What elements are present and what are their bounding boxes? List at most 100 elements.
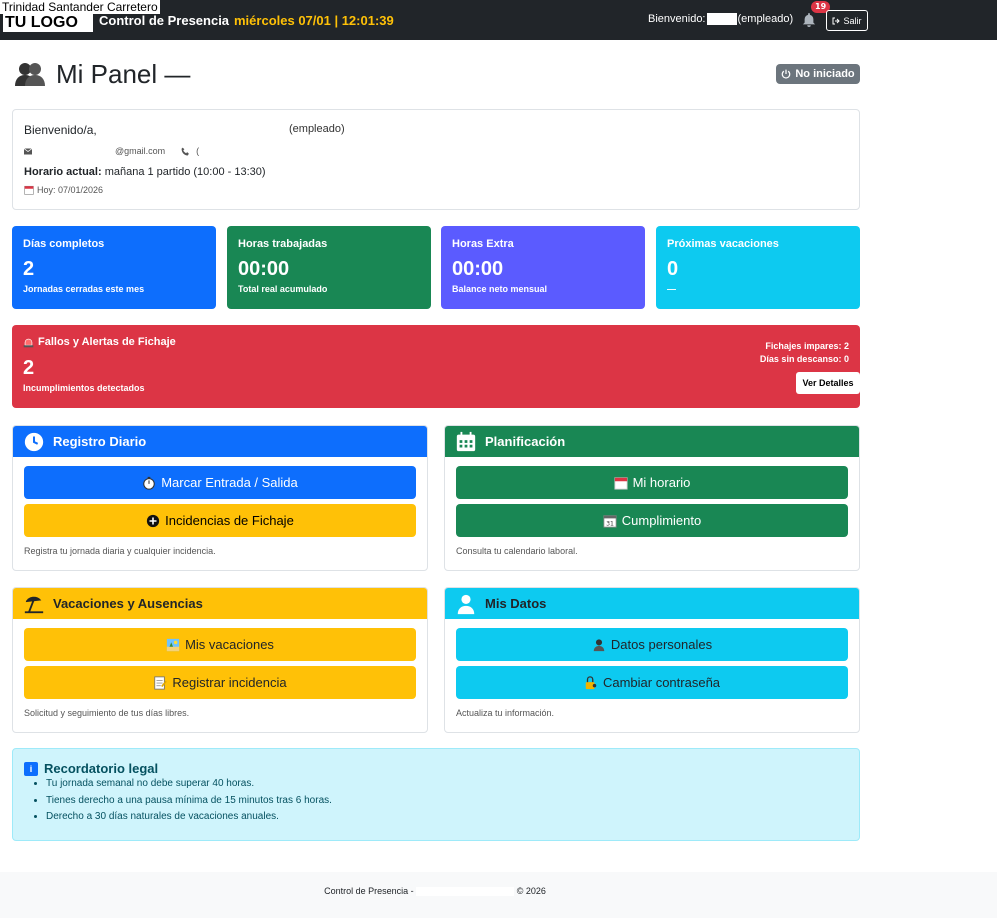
clock-in-out-button[interactable]: Marcar Entrada / Salida (24, 466, 416, 499)
alerts-value: 2 (23, 357, 35, 379)
button-label: Marcar Entrada / Salida (161, 475, 298, 490)
panel-header: Vacaciones y Ausencias (13, 588, 427, 619)
odd-punches-value: 2 (843, 341, 849, 351)
legal-reminder: i Recordatorio legal Tu jornada semanal … (12, 748, 860, 841)
panel-footer: Registra tu jornada diaria y cualquier i… (24, 546, 216, 556)
profile-greeting: Bienvenido/a, (24, 123, 97, 137)
bell-icon[interactable] (802, 12, 818, 28)
button-label: Registrar incidencia (172, 675, 287, 690)
siren-icon (23, 337, 34, 348)
stat-subtitle: Total real acumulado (238, 284, 328, 294)
stat-card-overtime[interactable]: Horas Extra 00:00 Balance neto mensual (441, 226, 645, 309)
stat-card-next-vacations[interactable]: Próximas vacaciones 0 — (656, 226, 860, 309)
personal-data-button[interactable]: Datos personales (456, 628, 848, 661)
navbar-welcome-role: (empleado) (737, 13, 794, 25)
stat-value: 2 (23, 258, 35, 280)
logout-label: Salir (843, 15, 862, 26)
reminder-title-text: Recordatorio legal (44, 761, 159, 776)
stat-title: Horas trabajadas (238, 238, 328, 250)
profile-email: @gmail.com (115, 146, 166, 156)
users-icon (14, 58, 46, 90)
panel-title: Planificación (485, 434, 566, 449)
schedule-label: Horario actual: (24, 166, 102, 178)
envelope-icon (24, 147, 32, 155)
top-navbar: Trinidad Santander Carretero TU LOGO Con… (0, 0, 997, 40)
svg-text:31: 31 (606, 520, 614, 527)
profile-card: Bienvenido/a, (empleado) @gmail.com ( Ho… (12, 109, 860, 210)
stat-subtitle: Jornadas cerradas este mes (23, 284, 145, 294)
contact-row: @gmail.com ( (24, 146, 199, 156)
my-schedule-button[interactable]: Mi horario (456, 466, 848, 499)
button-label: Cumplimiento (621, 513, 702, 528)
panel-title: Vacaciones y Ausencias (53, 596, 203, 611)
panel-header: Registro Diario (13, 426, 427, 457)
days-without-rest: Días sin descanso: 0 (760, 353, 849, 366)
info-icon: i (24, 761, 38, 776)
logout-icon (832, 17, 841, 25)
view-details-button[interactable]: Ver Detalles (796, 372, 860, 394)
plus-circle-icon (146, 514, 160, 528)
clock-icon (23, 431, 45, 453)
panel-title: Registro Diario (53, 434, 147, 449)
stat-value: 00:00 (452, 258, 504, 280)
profile-phone: ( (196, 146, 200, 156)
odd-punches-label: Fichajes impares: (765, 341, 842, 351)
odd-punches: Fichajes impares: 2 (760, 340, 849, 353)
my-vacations-button[interactable]: Mis vacaciones (24, 628, 416, 661)
memo-icon (153, 675, 168, 690)
change-password-button[interactable]: Cambiar contraseña (456, 666, 848, 699)
stat-subtitle: — (667, 284, 676, 294)
today-text: Hoy: 07/01/2026 (37, 185, 104, 195)
logout-button[interactable]: Salir (826, 10, 868, 31)
umbrella-beach-icon (23, 593, 45, 615)
button-label: Mi horario (632, 475, 691, 490)
page-title: Mi Panel — (14, 58, 190, 90)
stat-card-days-complete[interactable]: Días completos 2 Jornadas cerradas este … (12, 226, 216, 309)
user-icon (592, 638, 606, 652)
navbar-welcome-prefix: Bienvenido: (648, 13, 706, 25)
stat-value: 00:00 (238, 258, 290, 280)
panel-header: Mis Datos (445, 588, 859, 619)
phone-icon (181, 147, 190, 156)
logo[interactable]: TU LOGO (3, 14, 93, 32)
panel-header: Planificación (445, 426, 859, 457)
stat-title: Días completos (23, 238, 105, 250)
stat-card-hours-worked[interactable]: Horas trabajadas 00:00 Total real acumul… (227, 226, 431, 309)
calendar-day-icon: 31 (603, 514, 617, 528)
alerts-subtitle: Incumplimientos detectados (23, 383, 145, 393)
panel-title: Mis Datos (485, 596, 547, 611)
stat-title: Horas Extra (452, 238, 514, 250)
stat-value: 0 (667, 258, 679, 280)
days-without-rest-value: 0 (843, 354, 849, 364)
lock-key-icon (584, 675, 598, 690)
panel-footer: Actualiza tu información. (456, 708, 555, 718)
redacted-company (416, 887, 515, 897)
punch-incidents-button[interactable]: Incidencias de Fichaje (24, 504, 416, 537)
current-datetime: miércoles 07/01 | 12:01:39 (234, 13, 394, 28)
page-footer: Control de Presencia - © 2026 (0, 872, 997, 918)
panel-daily-register: Registro Diario Marcar Entrada / Salida … (12, 425, 428, 571)
navbar-welcome: Bienvenido: (empleado) (648, 13, 794, 26)
redacted-username (706, 13, 737, 26)
footer-text: Control de Presencia - © 2026 (0, 886, 870, 897)
button-label: Incidencias de Fichaje (165, 513, 294, 528)
days-without-rest-label: Días sin descanso: (759, 354, 842, 364)
alerts-title: Fallos y Alertas de Fichaje (23, 336, 176, 348)
brand-title[interactable]: Control de Presencia (99, 13, 229, 28)
list-item: Tienes derecho a una pausa mínima de 15 … (46, 793, 332, 810)
power-icon (781, 69, 791, 79)
alerts-title-text: Fallos y Alertas de Fichaje (38, 336, 176, 348)
reminder-list: Tu jornada semanal no debe superar 40 ho… (24, 776, 332, 826)
footer-prefix: Control de Presencia - (324, 886, 414, 896)
schedule-value: mañana 1 partido (10:00 - 13:30) (104, 166, 266, 178)
panel-footer: Consulta tu calendario laboral. (456, 546, 578, 556)
register-incident-button[interactable]: Registrar incidencia (24, 666, 416, 699)
button-label: Mis vacaciones (185, 637, 274, 652)
panel-my-data: Mis Datos Datos personales Cambiar contr… (444, 587, 860, 733)
status-badge: No iniciado (776, 64, 860, 84)
panel-footer: Solicitud y seguimiento de tus días libr… (24, 708, 190, 718)
calendar-grid-icon (455, 431, 477, 453)
compliance-button[interactable]: 31 Cumplimiento (456, 504, 848, 537)
list-item: Derecho a 30 días naturales de vacacione… (46, 809, 332, 826)
alerts-breakdown: Fichajes impares: 2 Días sin descanso: 0 (760, 340, 849, 366)
